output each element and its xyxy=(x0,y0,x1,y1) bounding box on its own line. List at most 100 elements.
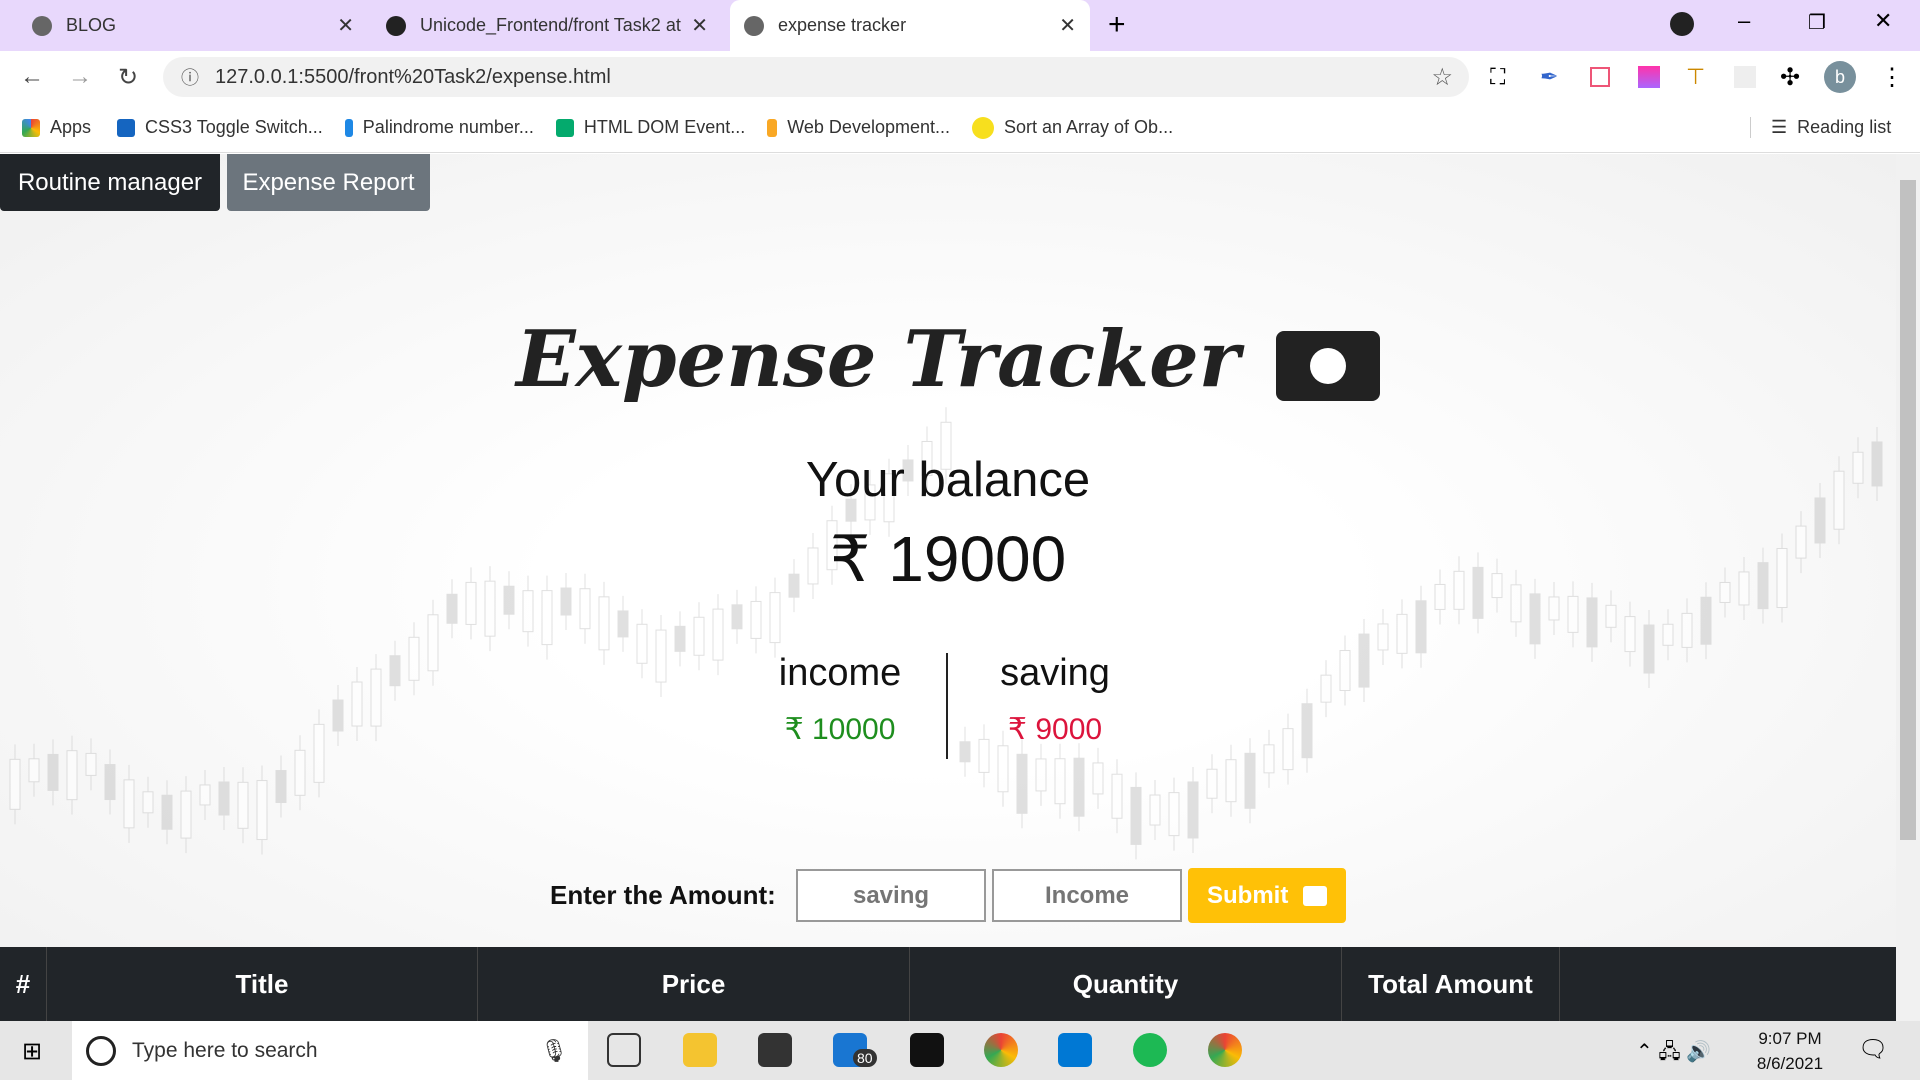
bookmark-icon xyxy=(767,118,778,137)
bookmark-html-dom[interactable]: HTML DOM Event... xyxy=(555,117,746,138)
bookmark-apps[interactable]: Apps xyxy=(22,117,91,138)
url-text: 127.0.0.1:5500/front%20Task2/expense.htm… xyxy=(215,65,611,88)
bookmarks-bar: Apps CSS3 Toggle Switch... Palindrome nu… xyxy=(0,103,1920,153)
mail-badge: 80 xyxy=(853,1049,877,1067)
saving-input[interactable] xyxy=(796,869,986,922)
saving-value: ₹ 9000 xyxy=(1007,713,1103,746)
extension-icon[interactable]: ⛶ xyxy=(1490,64,1505,90)
extension-icon[interactable]: ⊤ xyxy=(1686,64,1705,90)
notifications-icon[interactable]: 🗨 xyxy=(1858,1035,1888,1064)
tab-strip: BLOG ✕ Unicode_Frontend/front Task2 at ✕ e… xyxy=(0,0,1920,51)
reading-list-icon: ☰ xyxy=(1771,117,1788,137)
title-text: Expense Tracker xyxy=(516,314,1240,405)
saving-label: saving xyxy=(1000,652,1110,694)
balance-value: ₹ 19000 xyxy=(829,523,1067,595)
col-index: # xyxy=(0,947,47,1021)
minimize-button[interactable]: – xyxy=(1738,8,1750,34)
routine-manager-button[interactable]: Routine manager xyxy=(0,154,220,211)
close-tab-icon[interactable]: ✕ xyxy=(1059,13,1076,38)
microphone-icon[interactable]: 🎙 xyxy=(540,1038,568,1064)
spotify-icon[interactable] xyxy=(1133,1033,1167,1067)
bookmark-label: HTML DOM Event... xyxy=(583,117,746,137)
bookmark-label: Web Development... xyxy=(787,117,950,137)
restore-button[interactable]: ❐ xyxy=(1808,10,1826,35)
time: 9:07 PM xyxy=(1758,1029,1822,1048)
income-label: income xyxy=(778,652,902,694)
tab-blog[interactable]: BLOG ✕ xyxy=(18,0,368,51)
tab-label: Unicode_Frontend/front Task2 at xyxy=(420,15,681,35)
scrollbar[interactable] xyxy=(1896,154,1920,1021)
bookmark-star-icon[interactable]: ☆ xyxy=(1431,63,1453,92)
windows-start-icon[interactable]: ⊞ xyxy=(22,1037,42,1066)
taskbar: ⊞ Type here to search 🎙 80 ⌃ 🖧 🔊 9:07 PM 8… xyxy=(0,1021,1920,1080)
divider xyxy=(946,653,948,759)
bookmark-sort-array[interactable]: Sort an Array of Ob... xyxy=(972,116,1174,139)
chrome-icon[interactable] xyxy=(1208,1033,1242,1067)
page-content: Routine manager Expense Report Expense T… xyxy=(0,154,1896,1021)
close-tab-icon[interactable]: ✕ xyxy=(691,13,708,38)
new-tab-button[interactable]: + xyxy=(1108,8,1126,42)
extension-icon[interactable] xyxy=(1734,66,1756,88)
bookmark-label: CSS3 Toggle Switch... xyxy=(145,117,323,137)
money-bill-icon xyxy=(1275,330,1380,401)
extensions-puzzle-icon[interactable]: ✣ xyxy=(1780,63,1800,92)
globe-icon xyxy=(32,15,52,36)
bookmark-palindrome[interactable]: Palindrome number... xyxy=(344,117,534,138)
file-explorer-icon[interactable] xyxy=(683,1033,717,1067)
page-title: Expense Tracker xyxy=(0,314,1896,405)
scrollbar-thumb[interactable] xyxy=(1900,180,1916,840)
mail-icon[interactable]: 80 xyxy=(833,1033,877,1067)
expense-report-button[interactable]: Expense Report xyxy=(227,154,430,211)
menu-icon[interactable]: ⋮ xyxy=(1880,63,1904,92)
bookmark-label: Sort an Array of Ob... xyxy=(1004,117,1174,137)
w3schools-icon xyxy=(555,118,574,137)
close-tab-icon[interactable]: ✕ xyxy=(337,13,354,38)
date: 8/6/2021 xyxy=(1756,1054,1824,1073)
search-placeholder: Type here to search xyxy=(132,1038,318,1062)
vscode-icon[interactable] xyxy=(1058,1033,1092,1067)
extension-icon[interactable] xyxy=(1590,67,1610,87)
forward-button[interactable]: → xyxy=(56,63,104,91)
reading-list-label: Reading list xyxy=(1797,117,1892,137)
amount-label: Enter the Amount: xyxy=(550,880,776,910)
wallet-icon xyxy=(1303,886,1327,907)
task-view-icon[interactable] xyxy=(607,1033,641,1067)
submit-button[interactable]: Submit xyxy=(1188,868,1346,923)
chrome-icon[interactable] xyxy=(984,1033,1018,1067)
eyedropper-icon[interactable]: ✒ xyxy=(1540,64,1558,90)
store-icon[interactable] xyxy=(758,1033,792,1067)
reload-button[interactable]: ↻ xyxy=(104,63,152,92)
income-input[interactable] xyxy=(992,869,1182,922)
income-value: ₹ 10000 xyxy=(784,713,896,746)
sticky-notes-icon[interactable] xyxy=(910,1033,944,1067)
globe-icon xyxy=(744,15,764,36)
col-price: Price xyxy=(478,947,910,1021)
js-icon xyxy=(972,116,994,139)
back-button[interactable]: ← xyxy=(8,63,56,91)
bookmark-icon xyxy=(344,118,353,137)
reading-list-button[interactable]: ☰ Reading list xyxy=(1750,117,1891,138)
address-bar[interactable]: ⓘ 127.0.0.1:5500/front%20Task2/expense.ht… xyxy=(163,57,1469,97)
tab-github[interactable]: Unicode_Frontend/front Task2 at ✕ xyxy=(372,0,722,51)
balance-label: Your balance xyxy=(805,453,1091,507)
expense-table-header: # Title Price Quantity Total Amount xyxy=(0,947,1896,1021)
info-icon: ⓘ xyxy=(181,68,199,88)
bookmark-label: Palindrome number... xyxy=(362,117,534,137)
bookmark-label: Apps xyxy=(50,117,92,137)
cortana-icon xyxy=(86,1035,116,1066)
submit-label: Submit xyxy=(1207,881,1289,909)
bookmark-css3[interactable]: CSS3 Toggle Switch... xyxy=(117,117,323,138)
taskbar-search[interactable]: Type here to search 🎙 xyxy=(72,1021,588,1080)
col-total-amount: Total Amount xyxy=(1342,947,1560,1021)
col-quantity: Quantity xyxy=(910,947,1342,1021)
system-tray-icons[interactable]: ⌃ 🖧 🔊 xyxy=(1636,1037,1711,1071)
clock[interactable]: 9:07 PM 8/6/2021 xyxy=(1740,1026,1840,1076)
tab-search-icon[interactable] xyxy=(1670,12,1694,36)
apps-icon xyxy=(22,118,40,137)
extension-icon[interactable] xyxy=(1638,66,1660,88)
tab-expense-tracker[interactable]: expense tracker ✕ xyxy=(730,0,1090,51)
bookmark-webdev[interactable]: Web Development... xyxy=(767,117,950,138)
toolbar: ← → ↻ ⓘ 127.0.0.1:5500/front%20Task2/expe… xyxy=(0,51,1920,103)
close-window-button[interactable]: ✕ xyxy=(1874,8,1892,34)
profile-avatar[interactable]: b xyxy=(1824,61,1856,93)
